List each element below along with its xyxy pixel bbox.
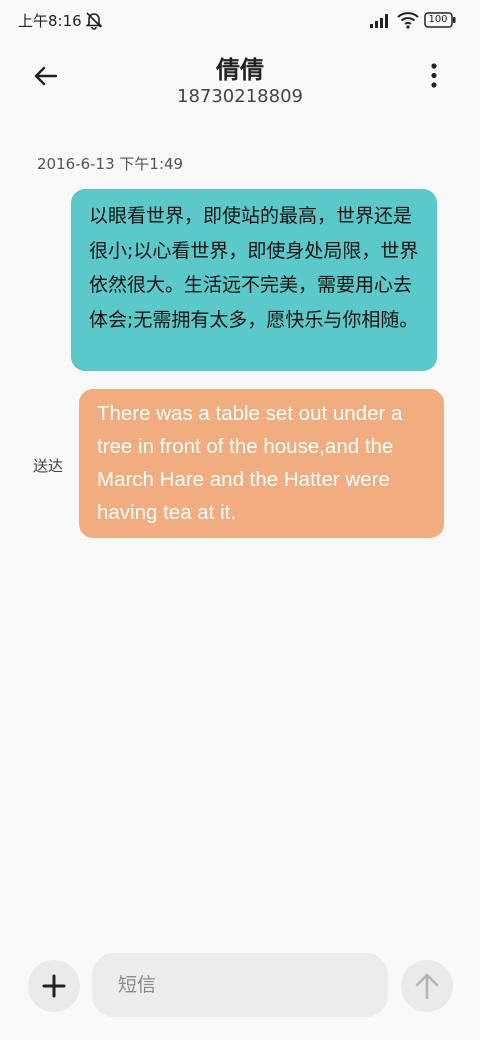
signal-icon [370,14,388,28]
contact-phone-number: 18730218809 [177,86,303,107]
conversation-header: 倩倩 18730218809 [0,40,480,120]
wifi-icon [397,12,419,29]
message-text: 以眼看世界，即使站的最高，世界还是很小;以心看世界，即使身处局限，世界依然很大。… [89,205,419,331]
delivery-status: 送达 [33,457,64,475]
send-arrow-icon [415,973,439,1000]
status-bar: 上午8:16 100 [0,0,480,40]
contact-name: 倩倩 [216,56,264,84]
incoming-message-bubble[interactable]: 以眼看世界，即使站的最高，世界还是很小;以心看世界，即使身处局限，世界依然很大。… [71,189,437,371]
back-arrow-icon[interactable] [26,56,66,96]
message-timestamp: 2016-6-13 下午1:49 [37,155,184,173]
plus-icon [42,974,66,998]
more-vertical-icon[interactable] [416,56,452,96]
outgoing-message-bubble[interactable]: There was a table set out under a tree i… [79,389,444,538]
status-time: 上午8:16 [18,12,82,30]
message-text: There was a table set out under a tree i… [97,402,403,524]
mute-icon [85,12,103,30]
attach-button[interactable] [28,960,80,1012]
send-button[interactable] [401,960,453,1012]
message-composer [0,945,480,1040]
sms-input[interactable] [92,953,388,1017]
battery-level: 100 [428,14,448,25]
